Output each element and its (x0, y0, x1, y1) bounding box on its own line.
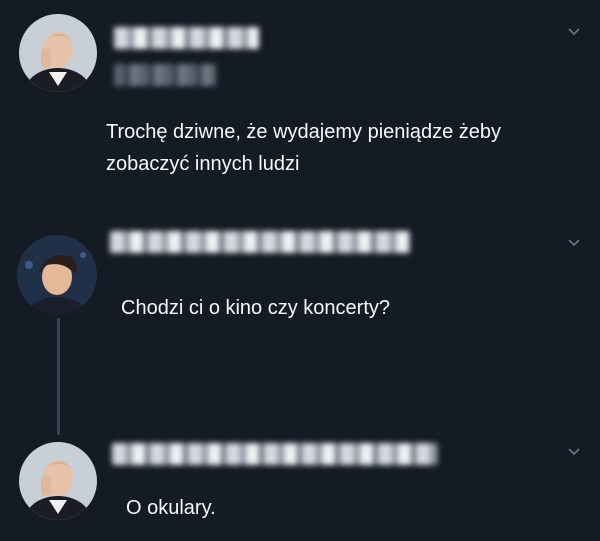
display-name-blurred[interactable] (110, 231, 410, 253)
tweet-3[interactable]: O okulary. (0, 430, 600, 541)
avatar[interactable] (19, 14, 97, 92)
handle-blurred (114, 64, 216, 86)
chevron-down-icon[interactable] (566, 444, 582, 460)
tweet-2[interactable]: Chodzi ci o kino czy koncerty? (0, 218, 600, 418)
chevron-down-icon[interactable] (566, 235, 582, 251)
display-name-blurred[interactable] (114, 27, 259, 49)
tweet-text: O okulary. (126, 497, 216, 519)
display-name-blurred[interactable] (112, 443, 437, 465)
avatar[interactable] (17, 235, 97, 315)
tweet-1[interactable]: Trochę dziwne, że wydajemy pieniądze żeb… (0, 0, 600, 200)
tweet-text: Chodzi ci o kino czy koncerty? (121, 297, 391, 319)
tweet-text: Trochę dziwne, że wydajemy pieniądze żeb… (106, 121, 502, 175)
thread-connector-line (57, 318, 60, 435)
chevron-down-icon[interactable] (566, 24, 582, 40)
avatar[interactable] (19, 442, 97, 520)
